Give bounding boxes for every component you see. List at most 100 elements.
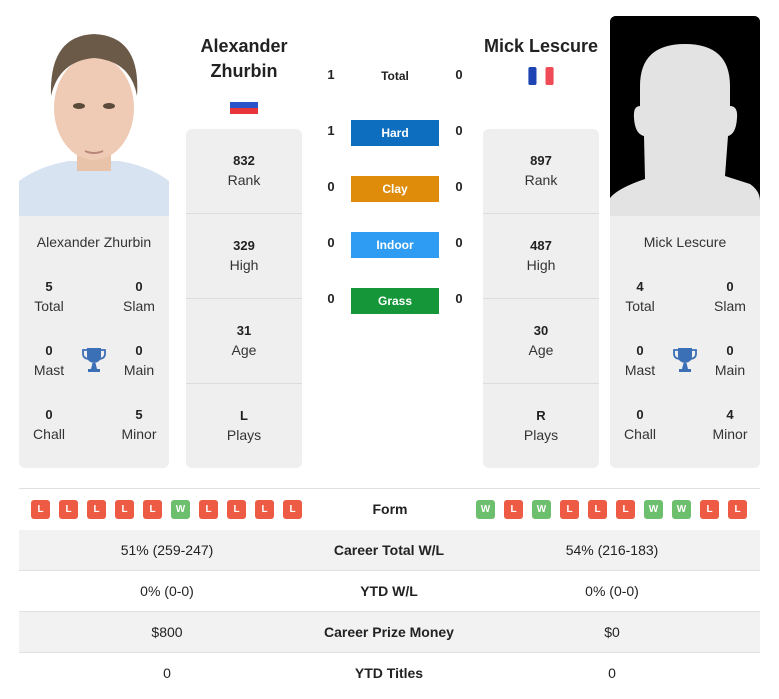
- titles-mast: 0 Mast: [19, 342, 79, 380]
- h2h-total-right: 0: [455, 67, 463, 82]
- titles-slam-label: Slam: [714, 298, 746, 314]
- row-right-value: 0: [608, 665, 616, 681]
- stat-rank-value: 897: [530, 153, 552, 168]
- form-loss-badge[interactable]: L: [616, 500, 635, 519]
- player-left-first-name[interactable]: Alexander: [186, 34, 302, 59]
- stat-age: 31 Age: [186, 299, 302, 384]
- table-row-career-wl: 51% (259-247) Career Total W/L 54% (216-…: [19, 530, 760, 571]
- form-loss-badge[interactable]: L: [115, 500, 134, 519]
- form-loss-badge[interactable]: L: [700, 500, 719, 519]
- titles-chall-value: 0: [636, 407, 644, 422]
- stat-plays: L Plays: [186, 384, 302, 469]
- stat-age-value: 30: [533, 323, 549, 338]
- titles-chall: 0 Chall: [19, 406, 79, 444]
- form-loss-badge[interactable]: L: [87, 500, 106, 519]
- titles-slam: 0 Slam: [700, 278, 760, 316]
- form-loss-badge[interactable]: L: [728, 500, 747, 519]
- stat-age-value: 31: [236, 323, 252, 338]
- titles-chall: 0 Chall: [610, 406, 670, 444]
- h2h-total-left: 1: [327, 67, 335, 82]
- player-left-form: LLLLLWLLLL: [31, 500, 302, 519]
- trophy-icon: [82, 348, 106, 372]
- player-right-photo: [610, 16, 760, 216]
- form-loss-badge[interactable]: L: [143, 500, 162, 519]
- row-left-value: 51% (259-247): [120, 542, 214, 558]
- form-win-badge[interactable]: W: [532, 500, 551, 519]
- form-loss-badge[interactable]: L: [588, 500, 607, 519]
- divider: [19, 488, 760, 489]
- stat-rank: 832 Rank: [186, 129, 302, 214]
- row-label: Career Prize Money: [324, 624, 454, 640]
- row-label: YTD Titles: [354, 665, 424, 681]
- player-left-stats: 832 Rank 329 High 31 Age L Plays: [186, 129, 302, 468]
- surface-indoor-button[interactable]: Indoor: [351, 232, 439, 258]
- player-left-name[interactable]: Alexander Zhurbin: [186, 34, 302, 84]
- titles-minor-label: Minor: [121, 426, 157, 442]
- form-win-badge[interactable]: W: [672, 500, 691, 519]
- titles-total: 5 Total: [19, 278, 79, 316]
- table-row-ytd-titles: 0 YTD Titles 0: [19, 653, 760, 694]
- h2h-indoor-right: 0: [455, 235, 463, 250]
- titles-mast-label: Mast: [33, 362, 65, 378]
- form-loss-badge[interactable]: L: [255, 500, 274, 519]
- stat-rank-value: 832: [233, 153, 255, 168]
- france-flag-icon: [528, 67, 554, 85]
- stat-high-label: High: [229, 257, 259, 273]
- player-right-card-name: Mick Lescure: [643, 234, 727, 250]
- titles-total-value: 4: [636, 279, 644, 294]
- row-label: YTD W/L: [360, 583, 418, 599]
- silhouette-icon: [610, 16, 760, 216]
- titles-total-label: Total: [34, 298, 64, 314]
- titles-minor-value: 5: [135, 407, 143, 422]
- titles-main-label: Main: [714, 362, 746, 378]
- form-loss-badge[interactable]: L: [199, 500, 218, 519]
- form-win-badge[interactable]: W: [171, 500, 190, 519]
- form-loss-badge[interactable]: L: [283, 500, 302, 519]
- form-loss-badge[interactable]: L: [560, 500, 579, 519]
- titles-minor-value: 4: [726, 407, 734, 422]
- surface-hard-button[interactable]: Hard: [351, 120, 439, 146]
- stat-plays: R Plays: [483, 384, 599, 469]
- row-left-value: $800: [151, 624, 183, 640]
- player-left-portrait: [19, 16, 169, 216]
- table-row-ytd-wl: 0% (0-0) YTD W/L 0% (0-0): [19, 571, 760, 612]
- row-right-value: 0% (0-0): [585, 583, 639, 599]
- titles-total-value: 5: [45, 279, 53, 294]
- stat-age-label: Age: [528, 342, 554, 358]
- stat-rank: 897 Rank: [483, 129, 599, 214]
- stat-age-label: Age: [231, 342, 257, 358]
- titles-minor: 5 Minor: [109, 406, 169, 444]
- player-left-photo: [19, 16, 169, 216]
- surface-clay-button[interactable]: Clay: [351, 176, 439, 202]
- stat-plays-label: Plays: [226, 427, 262, 443]
- player-right-name[interactable]: Mick Lescure: [470, 34, 612, 59]
- row-left-value: 0% (0-0): [140, 583, 194, 599]
- form-win-badge[interactable]: W: [476, 500, 495, 519]
- form-loss-badge[interactable]: L: [227, 500, 246, 519]
- stat-high: 487 High: [483, 214, 599, 299]
- player-right-titles-card: Mick Lescure 4 Total 0 Slam 0 Mast 0 Mai…: [610, 216, 760, 468]
- form-loss-badge[interactable]: L: [31, 500, 50, 519]
- form-loss-badge[interactable]: L: [59, 500, 78, 519]
- titles-main-value: 0: [726, 343, 734, 358]
- h2h-total-label: Total: [381, 69, 409, 83]
- stat-plays-label: Plays: [523, 427, 559, 443]
- player-left-last-name[interactable]: Zhurbin: [186, 59, 302, 84]
- row-right-value: 54% (216-183): [565, 542, 659, 558]
- h2h-indoor-left: 0: [327, 235, 335, 250]
- titles-main: 0 Main: [109, 342, 169, 380]
- form-win-badge[interactable]: W: [644, 500, 663, 519]
- player-left-titles-card: Alexander Zhurbin 5 Total 0 Slam 0 Mast …: [19, 216, 169, 468]
- titles-minor-label: Minor: [712, 426, 748, 442]
- titles-chall-value: 0: [45, 407, 53, 422]
- titles-total-label: Total: [625, 298, 655, 314]
- surface-grass-button[interactable]: Grass: [351, 288, 439, 314]
- titles-chall-label: Chall: [33, 426, 65, 442]
- titles-main: 0 Main: [700, 342, 760, 380]
- titles-mast-value: 0: [45, 343, 53, 358]
- h2h-grass-left: 0: [327, 291, 335, 306]
- titles-mast-value: 0: [636, 343, 644, 358]
- titles-slam-value: 0: [135, 279, 143, 294]
- h2h-clay-left: 0: [327, 179, 335, 194]
- form-loss-badge[interactable]: L: [504, 500, 523, 519]
